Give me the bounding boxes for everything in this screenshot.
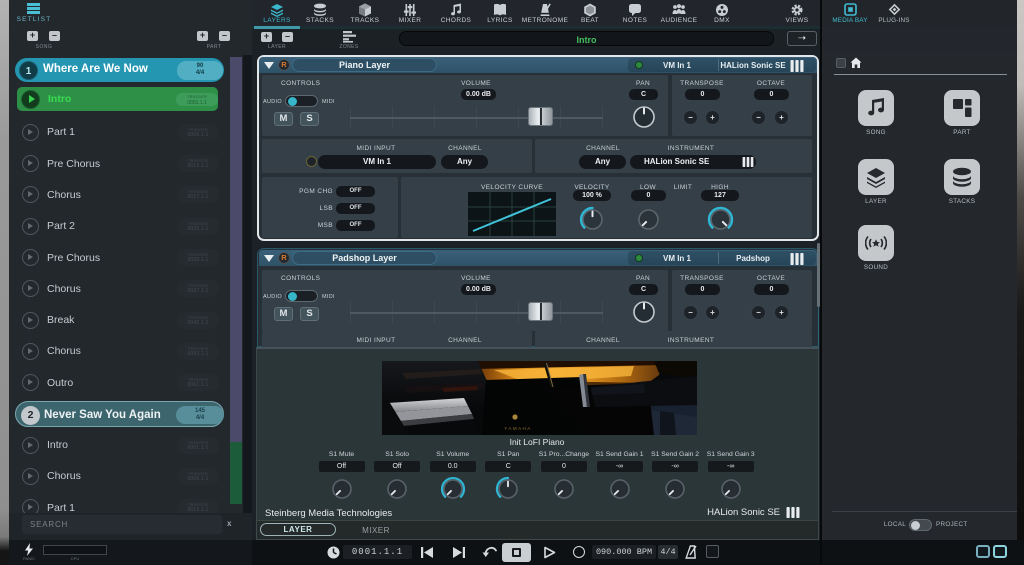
svg-text:YAMAHA: YAMAHA [504, 426, 531, 431]
